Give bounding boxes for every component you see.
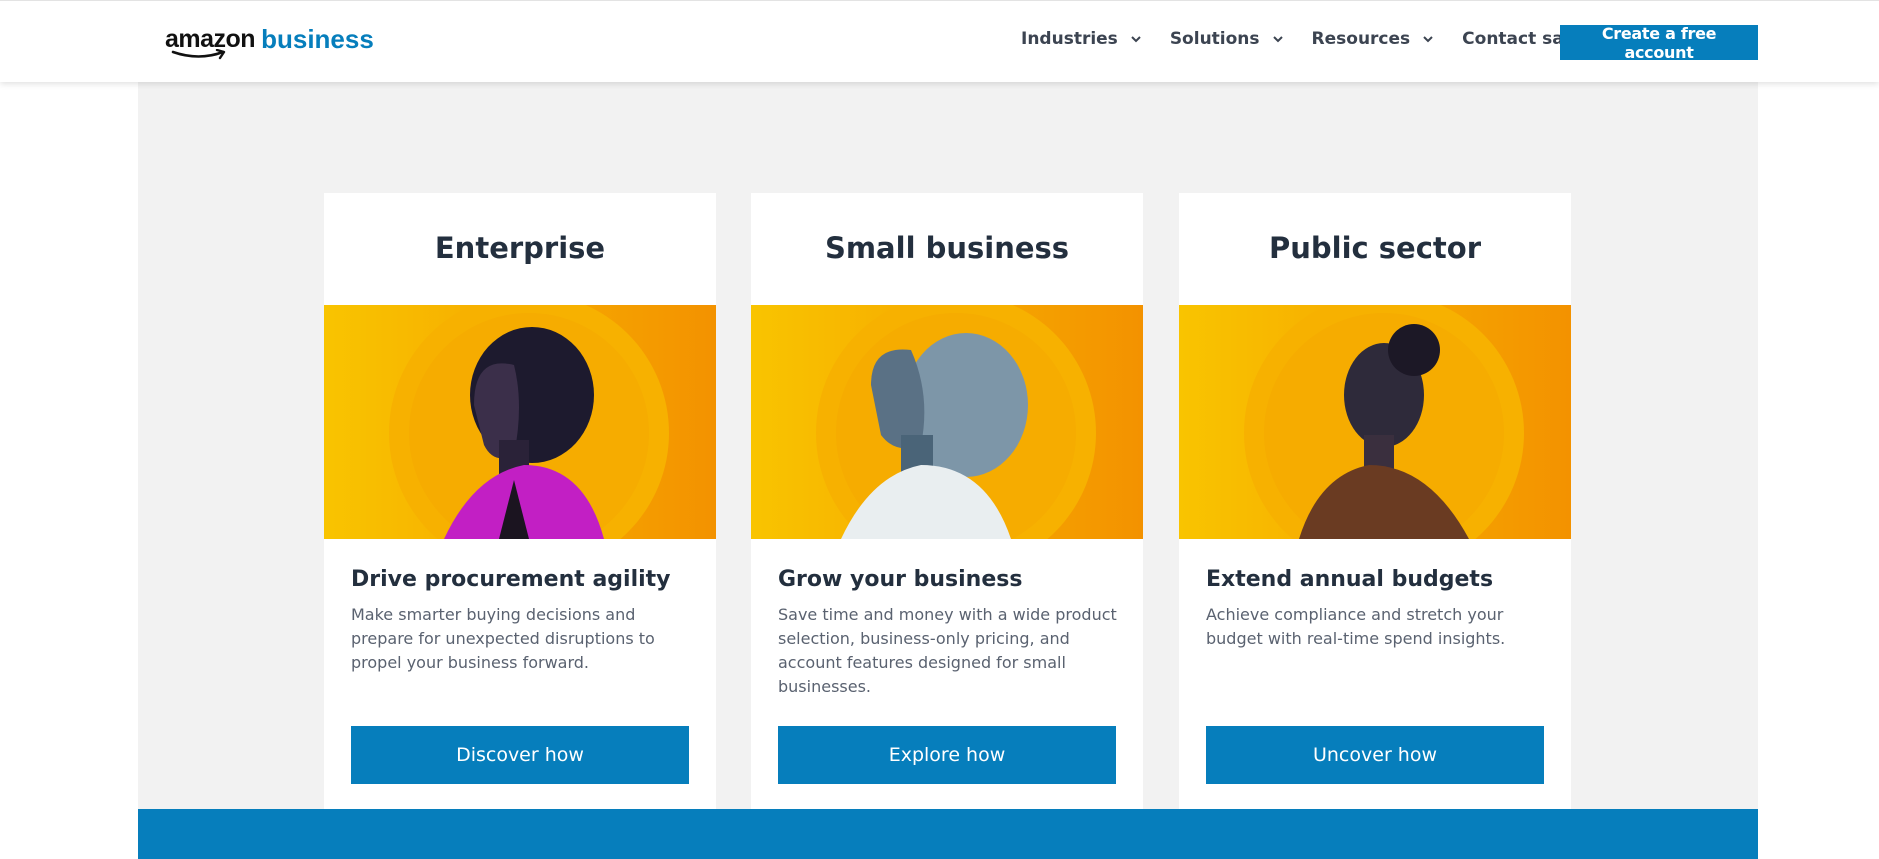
card-description: Save time and money with a wide product … — [778, 605, 1117, 696]
portrait-woman-brown-shirt-icon — [1179, 305, 1571, 539]
portrait-image — [1179, 305, 1571, 539]
card-public-sector: Public sector Extend annual budgets Achi… — [1179, 193, 1571, 821]
nav-solutions-label: Solutions — [1169, 29, 1260, 49]
nav-resources-label: Resources — [1311, 29, 1411, 49]
card-title: Small business — [824, 231, 1070, 265]
card-heading: Extend annual budgets — [1206, 567, 1494, 592]
logo-business-wordmark: business — [261, 24, 374, 54]
uncover-how-button[interactable]: Uncover how — [1206, 726, 1544, 784]
portrait-woman-magenta-blazer-icon — [324, 305, 716, 539]
main-nav: Industries Solutions Resources Contact s… — [1021, 29, 1591, 49]
card-title: Public sector — [1268, 231, 1482, 265]
nav-resources[interactable]: Resources — [1312, 29, 1435, 49]
smile-arrow-icon — [171, 49, 226, 60]
card-heading: Grow your business — [778, 567, 1023, 592]
create-free-account-button[interactable]: Create a free account — [1560, 24, 1758, 62]
chevron-down-icon — [1131, 36, 1141, 43]
card-description: Make smarter buying decisions and prepar… — [351, 605, 655, 672]
chevron-down-icon — [1272, 36, 1283, 43]
card-enterprise: Enterprise Drive procurement agility Mak… — [324, 193, 716, 821]
site-header: amazon business Industries Solutions Res… — [0, 0, 1879, 82]
chevron-down-icon — [1423, 36, 1433, 43]
amazon-business-logo[interactable]: amazon business — [165, 25, 374, 61]
explore-how-button[interactable]: Explore how — [778, 726, 1116, 784]
nav-industries[interactable]: Industries — [1021, 29, 1142, 49]
nav-industries-label: Industries — [1021, 29, 1118, 49]
portrait-image — [324, 305, 716, 539]
card-heading: Drive procurement agility — [351, 567, 671, 592]
card-small-business: Small business Grow your business Save t… — [751, 193, 1143, 821]
card-description: Achieve compliance and stretch your budg… — [1206, 605, 1506, 648]
card-title: Enterprise — [434, 231, 606, 265]
portrait-woman-white-shirt-icon — [751, 305, 1143, 539]
nav-solutions[interactable]: Solutions — [1170, 29, 1284, 49]
segments-section: Enterprise Drive procurement agility Mak… — [138, 82, 1758, 821]
discover-how-button[interactable]: Discover how — [351, 726, 689, 784]
portrait-image — [751, 305, 1143, 539]
blue-banner-band — [138, 809, 1758, 859]
